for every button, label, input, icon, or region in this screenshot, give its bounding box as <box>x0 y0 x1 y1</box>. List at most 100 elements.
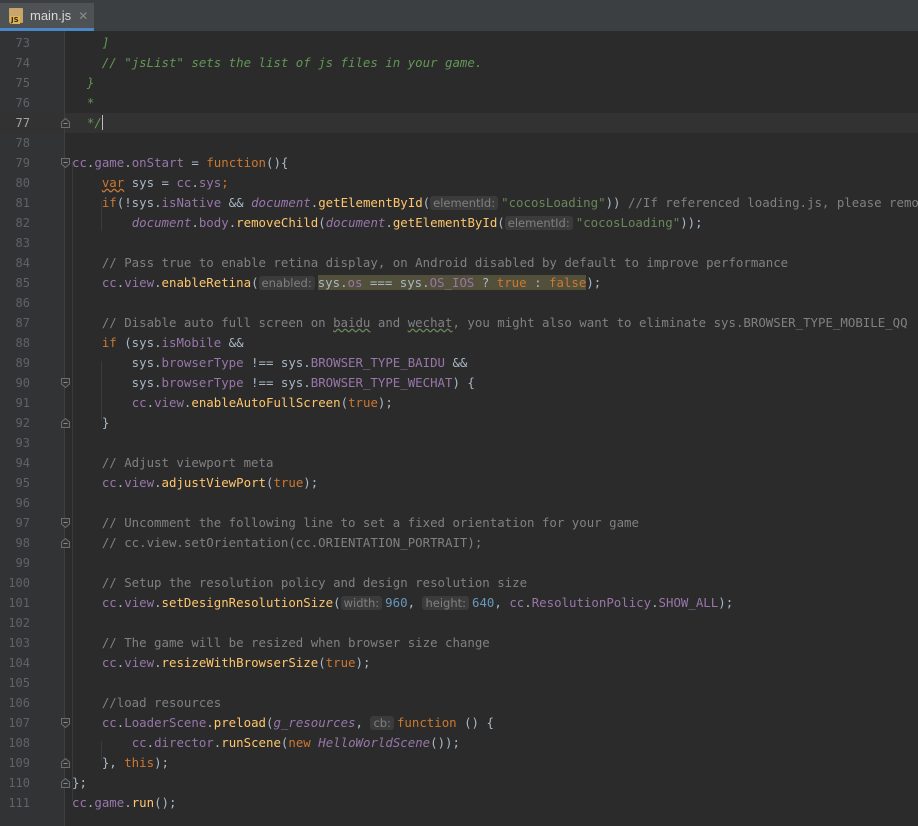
fold-end-icon[interactable] <box>61 118 70 128</box>
code-line[interactable]: 109 }, this); <box>0 753 918 773</box>
code-text[interactable]: } <box>72 413 109 433</box>
code-line[interactable]: 102 <box>0 613 918 633</box>
code-line[interactable]: 95 cc.view.adjustViewPort(true); <box>0 473 918 493</box>
code-text[interactable]: } <box>72 73 94 93</box>
code-text[interactable]: }, this); <box>72 753 169 773</box>
line-number: 98 <box>15 536 30 550</box>
code-line[interactable]: 97 // Uncomment the following line to se… <box>0 513 918 533</box>
code-editor[interactable]: 73 ] 74 // "jsList" sets the list of js f… <box>0 31 918 826</box>
code-line[interactable]: 87 // Disable auto full screen on baidu … <box>0 313 918 333</box>
code-text[interactable]: // Uncomment the following line to set a… <box>72 513 639 533</box>
code-line[interactable]: 86 <box>0 293 918 313</box>
code-text[interactable]: document.body.removeChild(document.getEl… <box>72 213 703 233</box>
code-line[interactable]: 81 if(!sys.isNative && document.getEleme… <box>0 193 918 213</box>
line-number: 109 <box>8 756 30 770</box>
code-token: , <box>494 595 510 610</box>
close-icon[interactable]: ✕ <box>78 9 88 23</box>
code-text[interactable]: // Disable auto full screen on baidu and… <box>72 313 908 333</box>
code-line[interactable]: 89 sys.browserType !== sys.BROWSER_TYPE_… <box>0 353 918 373</box>
code-text[interactable]: // "jsList" sets the list of js files in… <box>72 53 482 73</box>
code-token: "cocosLoading" <box>501 195 606 210</box>
code-token: , <box>407 595 423 610</box>
fold-end-icon[interactable] <box>61 778 70 788</box>
code-line[interactable]: 85 cc.view.enableRetina(enabled: sys.os =… <box>0 273 918 293</box>
code-line[interactable]: 83 <box>0 233 918 253</box>
code-line[interactable]: 76 * <box>0 93 918 113</box>
code-text[interactable]: // cc.view.setOrientation(cc.ORIENTATION… <box>72 533 482 553</box>
code-text[interactable]: // The game will be resized when browser… <box>72 633 490 653</box>
code-line[interactable]: 110}; <box>0 773 918 793</box>
fold-start-icon[interactable] <box>61 158 70 168</box>
code-token: //load resources <box>72 695 222 710</box>
fold-end-icon[interactable] <box>61 418 70 428</box>
code-text[interactable]: * <box>72 93 94 113</box>
code-text[interactable]: cc.view.resizeWithBrowserSize(true); <box>72 653 371 673</box>
code-line[interactable]: 101 cc.view.setDesignResolutionSize(widt… <box>0 593 918 613</box>
code-line[interactable]: 73 ] <box>0 33 918 53</box>
fold-start-icon[interactable] <box>61 518 70 528</box>
code-line[interactable]: 79 cc.game.onStart = function(){ <box>0 153 918 173</box>
code-token: && <box>221 335 244 350</box>
code-text[interactable]: if(!sys.isNative && document.getElementB… <box>72 193 918 213</box>
code-line[interactable]: 80 var sys = cc.sys; <box>0 173 918 193</box>
code-line[interactable]: 99 <box>0 553 918 573</box>
code-line[interactable]: 100 // Setup the resolution policy and d… <box>0 573 918 593</box>
code-line[interactable]: 104 cc.view.resizeWithBrowserSize(true); <box>0 653 918 673</box>
code-token: // Setup the resolution policy and desig… <box>72 575 528 590</box>
code-line[interactable]: 90 sys.browserType !== sys.BROWSER_TYPE_… <box>0 373 918 393</box>
code-text[interactable]: */ <box>72 113 103 133</box>
code-token: . <box>191 175 199 190</box>
code-token: === sys. <box>362 275 430 290</box>
code-line[interactable]: 107 cc.LoaderScene.preload(g_resources, … <box>0 713 918 733</box>
code-line[interactable]: 96 <box>0 493 918 513</box>
code-line[interactable]: 93 <box>0 433 918 453</box>
code-text[interactable]: cc.view.setDesignResolutionSize(width: 96… <box>72 593 733 613</box>
code-line[interactable]: 111 cc.game.run(); <box>0 793 918 813</box>
code-text[interactable]: if (sys.isMobile && <box>72 333 244 353</box>
code-line[interactable]: 103 // The game will be resized when bro… <box>0 633 918 653</box>
code-line[interactable]: 94 // Adjust viewport meta <box>0 453 918 473</box>
line-number: 99 <box>15 556 30 570</box>
code-text[interactable]: var sys = cc.sys; <box>72 173 229 193</box>
code-token: removeChild <box>236 215 319 230</box>
code-line[interactable]: 75 } <box>0 73 918 93</box>
code-line[interactable]: 108 cc.director.runScene(new HelloWorldS… <box>0 733 918 753</box>
code-line[interactable]: 77 */ <box>0 113 918 133</box>
tab-main-js[interactable]: JS main.js ✕ <box>0 3 94 31</box>
code-token: if <box>101 335 117 350</box>
code-text[interactable]: cc.director.runScene(new HelloWorldScene… <box>72 733 460 753</box>
code-line[interactable]: 91 cc.view.enableAutoFullScreen(true); <box>0 393 918 413</box>
code-line[interactable]: 92 } <box>0 413 918 433</box>
fold-end-icon[interactable] <box>61 758 70 768</box>
code-text[interactable]: sys.browserType !== sys.BROWSER_TYPE_BAI… <box>72 353 468 373</box>
line-number: 74 <box>15 56 30 70</box>
fold-start-icon[interactable] <box>61 718 70 728</box>
code-text[interactable]: ] <box>72 33 109 53</box>
code-text[interactable]: // Pass true to enable retina display, o… <box>72 253 788 273</box>
code-text[interactable]: cc.game.onStart = function(){ <box>72 153 288 173</box>
code-text[interactable]: cc.view.adjustViewPort(true); <box>72 473 318 493</box>
code-token: , you might also want to eliminate sys.B… <box>452 315 908 330</box>
code-line[interactable]: 82 document.body.removeChild(document.ge… <box>0 213 918 233</box>
code-text[interactable]: cc.LoaderScene.preload(g_resources, cb: f… <box>72 713 494 733</box>
code-text[interactable]: cc.game.run(); <box>72 793 176 813</box>
code-line[interactable]: 106 //load resources <box>0 693 918 713</box>
code-token: // Uncomment the following line to set a… <box>72 515 639 530</box>
code-text[interactable]: cc.view.enableAutoFullScreen(true); <box>72 393 393 413</box>
code-text[interactable]: }; <box>72 773 87 793</box>
code-line[interactable]: 74 // "jsList" sets the list of js files… <box>0 53 918 73</box>
code-line[interactable]: 84 // Pass true to enable retina display… <box>0 253 918 273</box>
code-line[interactable]: 78 <box>0 133 918 153</box>
code-line[interactable]: 105 <box>0 673 918 693</box>
code-text[interactable]: // Setup the resolution policy and desig… <box>72 573 527 593</box>
code-text[interactable]: //load resources <box>72 693 221 713</box>
fold-start-icon[interactable] <box>61 378 70 388</box>
code-text[interactable]: // Adjust viewport meta <box>72 453 274 473</box>
code-line[interactable]: 88 if (sys.isMobile && <box>0 333 918 353</box>
code-line[interactable]: 98 // cc.view.setOrientation(cc.ORIENTAT… <box>0 533 918 553</box>
fold-end-icon[interactable] <box>61 538 70 548</box>
code-text[interactable]: sys.browserType !== sys.BROWSER_TYPE_WEC… <box>72 373 475 393</box>
code-text[interactable]: cc.view.enableRetina(enabled: sys.os === … <box>72 273 601 293</box>
